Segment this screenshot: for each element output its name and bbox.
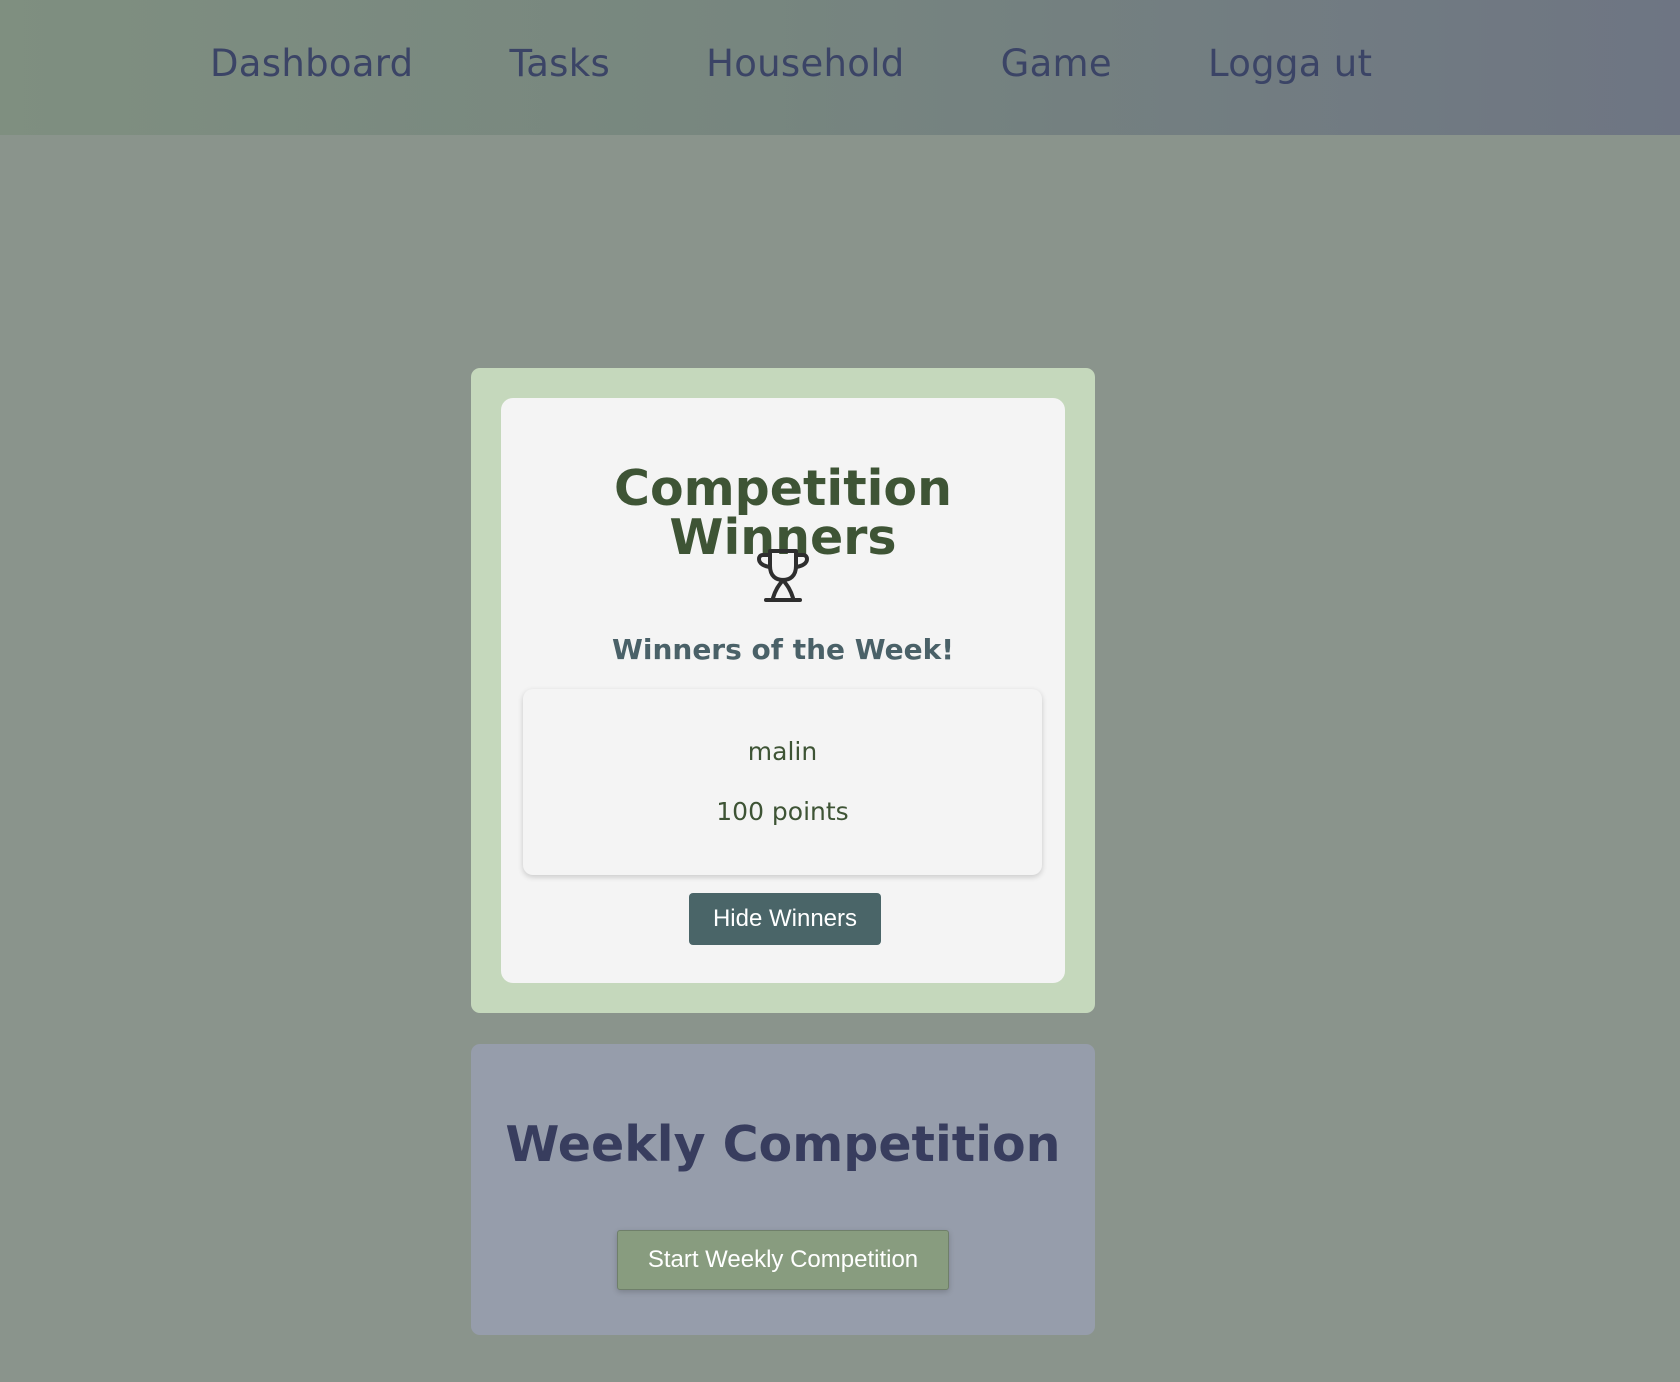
- nav-household-link[interactable]: Household: [706, 45, 905, 82]
- weekly-competition-section: Weekly Competition Start Weekly Competit…: [471, 1044, 1095, 1335]
- nav-game-link[interactable]: Game: [1001, 45, 1112, 82]
- nav-tasks-link[interactable]: Tasks: [509, 45, 610, 82]
- nav-logout-link[interactable]: Logga ut: [1208, 45, 1372, 82]
- weekly-competition-title: Weekly Competition: [505, 1116, 1061, 1173]
- winner-name: malin: [747, 737, 818, 766]
- start-weekly-competition-button[interactable]: Start Weekly Competition: [617, 1230, 949, 1290]
- hide-winners-button[interactable]: Hide Winners: [689, 893, 881, 945]
- winner-points: 100 points: [716, 797, 849, 826]
- nav-dashboard-link[interactable]: Dashboard: [210, 45, 413, 82]
- winners-of-week-heading: Winners of the Week!: [611, 633, 955, 666]
- competition-winners-section: Competition Winners Winners of the Week!…: [471, 368, 1095, 1013]
- winner-entry: malin 100 points: [523, 689, 1042, 875]
- top-navigation: Dashboard Tasks Household Game Logga ut: [0, 0, 1680, 135]
- competition-winners-card: Competition Winners Winners of the Week!…: [501, 398, 1065, 983]
- trophy-icon: [754, 546, 812, 604]
